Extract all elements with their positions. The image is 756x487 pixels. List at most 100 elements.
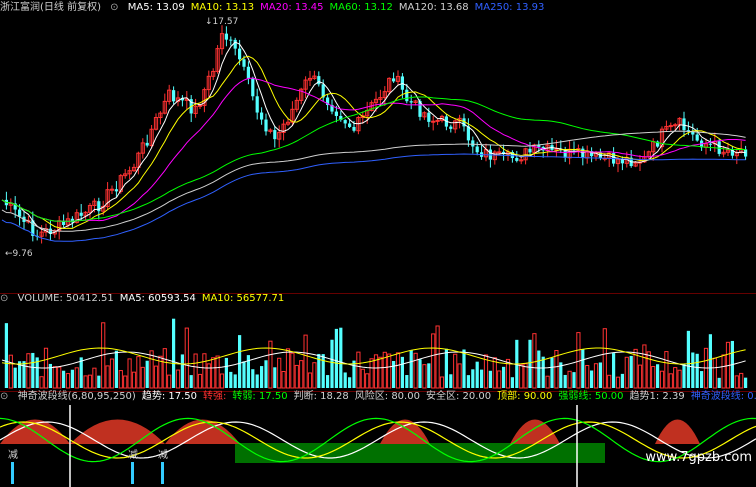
candle-body [708,143,712,145]
indicator-label-6: 安全区: 20.00 [425,391,492,402]
candle-body [255,96,259,113]
candle-body [317,76,321,85]
volume-bar [97,375,101,388]
volume-bar [545,375,550,389]
indicator-label-7: 顶部: 90.00 [497,391,553,402]
volume-bar [744,377,748,388]
volume-bar [598,362,602,388]
candle-body [352,126,356,131]
volume-bar [624,356,629,389]
candle-body [409,101,413,103]
volume-bar [255,374,259,388]
volume-bar [193,353,198,389]
stock-chart-window: 浙江富润(日线 前复权) ⊙ MA5: 13.09 MA10: 13.13 MA20… [0,0,756,487]
volume-bar [356,351,361,389]
indicator-label-9: 趋势1: 2.39 [629,391,685,402]
settings-icon[interactable]: ⊙ [0,391,8,402]
volume-bar [238,335,242,388]
volume-bar [471,369,475,388]
candle-body [242,59,246,67]
volume-bar [87,374,93,389]
candle-body [475,146,479,153]
volume-bar [131,371,137,389]
candle-body [260,112,264,120]
volume-bar [378,356,383,389]
indicator-label-0: 神奇波段线(6,80,95,250) [17,391,136,402]
volume-bar [264,360,268,388]
volume-label-1: MA5: 60593.54 [119,293,196,304]
volume-bar [563,374,567,388]
volume-bar [519,364,524,389]
volume-bar [233,374,237,388]
volume-bar [360,368,365,389]
volume-bar [339,327,343,388]
indicator-green-band [235,443,605,463]
chart-canvas[interactable]: ↓17.57 ←9.76 减 减 减 [0,0,756,487]
volume-bar [172,318,176,388]
volume-bar [114,350,118,388]
volume-bar [431,333,436,389]
candle-body [343,120,347,124]
volume-bar [303,334,308,389]
volume-bar [612,353,616,388]
volume-bar [57,366,62,389]
volume-bar [510,377,514,388]
volume-bar [4,323,8,388]
volume-bar [413,352,418,389]
volume-bar [13,367,17,388]
candle-body [435,119,440,122]
volume-bar [567,370,572,389]
volume-bar [260,366,264,388]
volume-bar [572,372,576,388]
candle-body [392,78,396,82]
volume-bar [734,375,739,389]
volume-bar [457,363,462,389]
candle-body [172,90,176,102]
indicator-hump-1 [70,419,165,444]
ma-line-10 [1,55,746,230]
volume-bar [435,325,440,389]
candle-body [528,148,532,153]
volume-bar [343,372,347,388]
volume-bar [62,370,66,388]
volume-header: ⊙ VOLUME: 50412.51 MA5: 60593.54 MA10: 565… [0,293,296,305]
volume-bar [427,363,431,388]
indicator-label-2: 转强: [203,391,227,402]
indicator-marker-bar [131,462,134,484]
volume-bar [453,353,458,389]
candle-body [246,66,250,79]
volume-bar [167,374,172,389]
volume-bar [145,360,149,388]
volume-bar [251,369,255,388]
volume-bar [26,353,31,389]
volume-bar [664,351,669,389]
volume-bar [677,369,682,389]
volume-bar [307,372,313,389]
volume-bar [593,363,599,389]
volume-bar [277,357,282,389]
volume-bar [70,369,74,388]
candle-body [471,140,475,147]
volume-bar [175,369,181,389]
ma-line-250 [1,153,746,242]
volume-bar [136,356,141,389]
volume-bar [189,375,193,388]
settings-icon[interactable]: ⊙ [0,293,8,304]
volume-bar [537,350,541,388]
candle-body [18,209,22,217]
volume-bar [229,371,233,388]
volume-bar [651,366,656,389]
volume-bar [422,364,427,389]
indicator-marker-bar [161,462,164,484]
indicator-marker-2: 减 [158,449,168,461]
volume-label-2: MA10: 56577.71 [201,293,285,304]
volume-bar [659,370,665,389]
volume-bar [673,367,678,389]
volume-legend: VOLUME: 50412.51 MA5: 60593.54 MA10: 56577… [18,293,291,304]
volume-bar [184,327,189,389]
volume-bar [39,376,44,389]
volume-bar [334,328,338,388]
indicator-label-3: 转弱: 17.50 [232,391,288,402]
volume-bar [629,355,633,388]
volume-bar [118,370,123,389]
